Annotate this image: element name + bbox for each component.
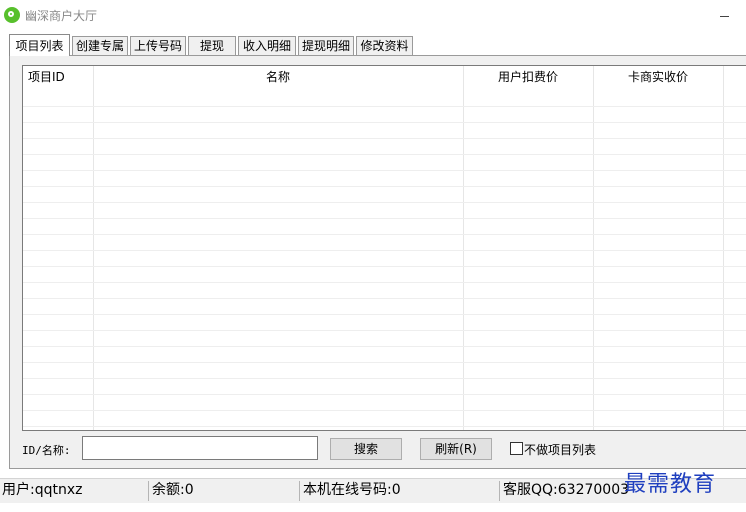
row-gridline bbox=[23, 330, 746, 331]
status-user: 用户:qqtnxz bbox=[2, 482, 83, 498]
search-button[interactable]: 搜索 bbox=[330, 438, 402, 460]
column-divider bbox=[593, 66, 594, 430]
row-gridline bbox=[23, 138, 746, 139]
watermark: 最需教育 bbox=[624, 472, 717, 497]
search-input[interactable] bbox=[82, 436, 318, 460]
column-header-name[interactable]: 名称 bbox=[93, 66, 463, 90]
status-online-numbers: 本机在线号码:0 bbox=[303, 482, 401, 498]
column-header-id[interactable]: 项目ID bbox=[23, 66, 93, 90]
refresh-button[interactable]: 刷新(R) bbox=[420, 438, 492, 460]
status-divider bbox=[148, 481, 149, 501]
no-project-list-checkbox[interactable] bbox=[510, 442, 523, 455]
tab-label: 修改资料 bbox=[360, 39, 409, 53]
column-divider bbox=[463, 66, 464, 430]
column-divider bbox=[723, 66, 724, 430]
row-gridline bbox=[23, 362, 746, 363]
minimize-button[interactable] bbox=[712, 6, 736, 24]
tab-label: 收入明细 bbox=[242, 39, 291, 53]
table-header: 项目ID 名称 用户扣费价 卡商实收价 bbox=[23, 66, 746, 90]
tab-label: 创建专属 bbox=[75, 39, 124, 53]
filter-label: ID/名称: bbox=[22, 444, 71, 457]
tab-label: 提现 bbox=[199, 39, 224, 53]
tab-create-exclusive[interactable]: 创建专属 bbox=[72, 36, 128, 55]
tab-income-details[interactable]: 收入明细 bbox=[238, 36, 296, 55]
row-gridline bbox=[23, 250, 746, 251]
checkbox-label: 不做项目列表 bbox=[524, 443, 597, 457]
window-title: 幽深商户大厅 bbox=[25, 9, 98, 23]
tab-project-list[interactable]: 项目列表 bbox=[9, 34, 70, 56]
row-gridline bbox=[23, 378, 746, 379]
tab-withdraw-details[interactable]: 提现明细 bbox=[298, 36, 354, 55]
status-divider bbox=[499, 481, 500, 501]
app-logo-icon bbox=[4, 7, 20, 23]
row-gridline bbox=[23, 106, 746, 107]
row-gridline bbox=[23, 410, 746, 411]
row-gridline bbox=[23, 218, 746, 219]
tab-edit-profile[interactable]: 修改资料 bbox=[356, 36, 413, 55]
row-gridline bbox=[23, 282, 746, 283]
tab-label: 项目列表 bbox=[15, 39, 64, 53]
status-balance: 余额:0 bbox=[152, 482, 194, 498]
column-divider bbox=[93, 66, 94, 430]
tab-upload-numbers[interactable]: 上传号码 bbox=[130, 36, 186, 55]
row-gridline bbox=[23, 426, 746, 427]
row-gridline bbox=[23, 314, 746, 315]
row-gridline bbox=[23, 298, 746, 299]
row-gridline bbox=[23, 170, 746, 171]
row-gridline bbox=[23, 122, 746, 123]
row-gridline bbox=[23, 346, 746, 347]
project-table[interactable]: 项目ID 名称 用户扣费价 卡商实收价 bbox=[22, 65, 746, 431]
column-header-vendor-price[interactable]: 卡商实收价 bbox=[593, 66, 723, 90]
tab-panel: 项目ID 名称 用户扣费价 卡商实收价 ID/名称: 搜索 刷新(R) 不做项目… bbox=[9, 55, 746, 469]
tab-withdraw[interactable]: 提现 bbox=[188, 36, 236, 55]
row-gridline bbox=[23, 186, 746, 187]
title-bar: 幽深商户大厅 bbox=[0, 0, 746, 30]
tab-label: 上传号码 bbox=[133, 39, 182, 53]
tab-label: 提现明细 bbox=[301, 39, 350, 53]
row-gridline bbox=[23, 234, 746, 235]
column-header-user-price[interactable]: 用户扣费价 bbox=[463, 66, 593, 90]
row-gridline bbox=[23, 154, 746, 155]
status-divider bbox=[299, 481, 300, 501]
row-gridline bbox=[23, 202, 746, 203]
row-gridline bbox=[23, 266, 746, 267]
row-gridline bbox=[23, 394, 746, 395]
